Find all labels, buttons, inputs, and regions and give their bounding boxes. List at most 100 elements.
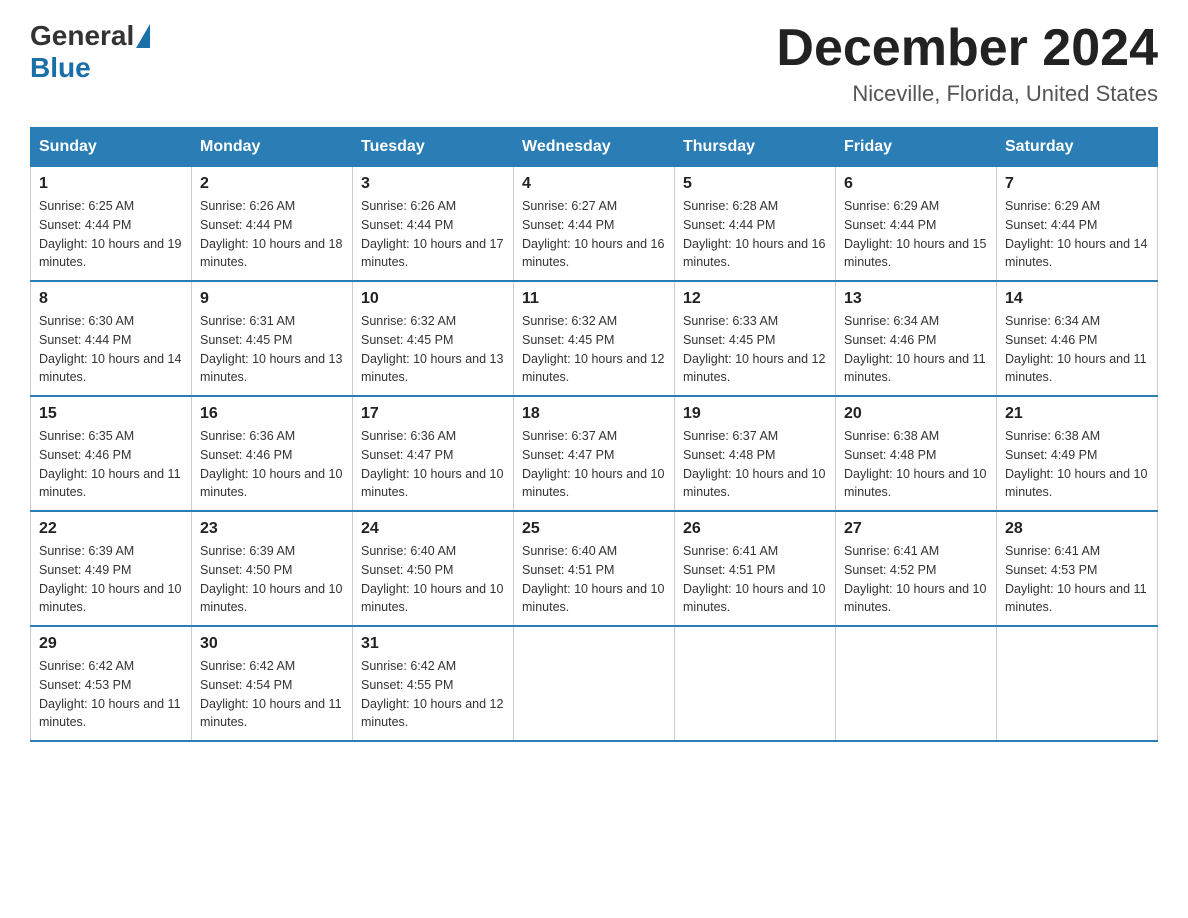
calendar-week-row: 22 Sunrise: 6:39 AMSunset: 4:49 PMDayligh… xyxy=(31,511,1158,626)
day-number: 15 xyxy=(39,405,183,423)
day-number: 30 xyxy=(200,635,344,653)
calendar-cell: 22 Sunrise: 6:39 AMSunset: 4:49 PMDayligh… xyxy=(31,511,192,626)
weekday-header-saturday: Saturday xyxy=(997,128,1158,167)
day-info: Sunrise: 6:42 AMSunset: 4:54 PMDaylight:… xyxy=(200,657,344,732)
day-info: Sunrise: 6:34 AMSunset: 4:46 PMDaylight:… xyxy=(844,312,988,387)
calendar-cell: 4 Sunrise: 6:27 AMSunset: 4:44 PMDaylight… xyxy=(514,167,675,282)
day-info: Sunrise: 6:34 AMSunset: 4:46 PMDaylight:… xyxy=(1005,312,1149,387)
day-number: 27 xyxy=(844,520,988,538)
calendar-week-row: 8 Sunrise: 6:30 AMSunset: 4:44 PMDaylight… xyxy=(31,281,1158,396)
day-info: Sunrise: 6:26 AMSunset: 4:44 PMDaylight:… xyxy=(200,197,344,272)
logo-triangle-icon xyxy=(136,24,150,48)
day-number: 23 xyxy=(200,520,344,538)
calendar-cell xyxy=(836,626,997,741)
day-number: 24 xyxy=(361,520,505,538)
day-info: Sunrise: 6:28 AMSunset: 4:44 PMDaylight:… xyxy=(683,197,827,272)
day-info: Sunrise: 6:36 AMSunset: 4:47 PMDaylight:… xyxy=(361,427,505,502)
weekday-header-tuesday: Tuesday xyxy=(353,128,514,167)
calendar-cell: 30 Sunrise: 6:42 AMSunset: 4:54 PMDayligh… xyxy=(192,626,353,741)
calendar-week-row: 15 Sunrise: 6:35 AMSunset: 4:46 PMDayligh… xyxy=(31,396,1158,511)
day-number: 9 xyxy=(200,290,344,308)
day-number: 29 xyxy=(39,635,183,653)
day-info: Sunrise: 6:32 AMSunset: 4:45 PMDaylight:… xyxy=(522,312,666,387)
calendar-cell: 24Sunrise: 6:40 AMSunset: 4:50 PMDayligh… xyxy=(353,511,514,626)
day-number: 21 xyxy=(1005,405,1149,423)
calendar-cell: 7Sunrise: 6:29 AMSunset: 4:44 PMDaylight… xyxy=(997,167,1158,282)
day-number: 3 xyxy=(361,175,505,193)
day-info: Sunrise: 6:41 AMSunset: 4:53 PMDaylight:… xyxy=(1005,542,1149,617)
calendar-cell: 16Sunrise: 6:36 AMSunset: 4:46 PMDayligh… xyxy=(192,396,353,511)
day-info: Sunrise: 6:39 AMSunset: 4:49 PMDaylight:… xyxy=(39,542,183,617)
day-number: 22 xyxy=(39,520,183,538)
weekday-header-monday: Monday xyxy=(192,128,353,167)
calendar-cell xyxy=(997,626,1158,741)
day-info: Sunrise: 6:31 AMSunset: 4:45 PMDaylight:… xyxy=(200,312,344,387)
calendar-cell: 17 Sunrise: 6:36 AMSunset: 4:47 PMDayligh… xyxy=(353,396,514,511)
day-info: Sunrise: 6:33 AMSunset: 4:45 PMDaylight:… xyxy=(683,312,827,387)
day-number: 17 xyxy=(361,405,505,423)
day-number: 18 xyxy=(522,405,666,423)
day-number: 19 xyxy=(683,405,827,423)
calendar-week-row: 29 Sunrise: 6:42 AMSunset: 4:53 PMDayligh… xyxy=(31,626,1158,741)
day-number: 4 xyxy=(522,175,666,193)
day-number: 20 xyxy=(844,405,988,423)
calendar-table: SundayMondayTuesdayWednesdayThursdayFrid… xyxy=(30,127,1158,742)
calendar-cell: 19 Sunrise: 6:37 AMSunset: 4:48 PMDayligh… xyxy=(675,396,836,511)
day-info: Sunrise: 6:35 AMSunset: 4:46 PMDaylight:… xyxy=(39,427,183,502)
day-info: Sunrise: 6:39 AMSunset: 4:50 PMDaylight:… xyxy=(200,542,344,617)
day-info: Sunrise: 6:29 AMSunset: 4:44 PMDaylight:… xyxy=(844,197,988,272)
day-info: Sunrise: 6:41 AMSunset: 4:51 PMDaylight:… xyxy=(683,542,827,617)
calendar-body: 1Sunrise: 6:25 AMSunset: 4:44 PMDaylight… xyxy=(31,167,1158,742)
day-info: Sunrise: 6:32 AMSunset: 4:45 PMDaylight:… xyxy=(361,312,505,387)
calendar-cell: 26 Sunrise: 6:41 AMSunset: 4:51 PMDayligh… xyxy=(675,511,836,626)
day-number: 31 xyxy=(361,635,505,653)
day-info: Sunrise: 6:29 AMSunset: 4:44 PMDaylight:… xyxy=(1005,197,1149,272)
calendar-cell: 11Sunrise: 6:32 AMSunset: 4:45 PMDayligh… xyxy=(514,281,675,396)
calendar-cell: 18Sunrise: 6:37 AMSunset: 4:47 PMDayligh… xyxy=(514,396,675,511)
title-block: December 2024 Niceville, Florida, United… xyxy=(776,20,1158,107)
calendar-cell: 21Sunrise: 6:38 AMSunset: 4:49 PMDayligh… xyxy=(997,396,1158,511)
calendar-cell: 23 Sunrise: 6:39 AMSunset: 4:50 PMDayligh… xyxy=(192,511,353,626)
logo-blue-text: Blue xyxy=(30,52,150,84)
calendar-cell: 12 Sunrise: 6:33 AMSunset: 4:45 PMDayligh… xyxy=(675,281,836,396)
day-number: 5 xyxy=(683,175,827,193)
day-number: 14 xyxy=(1005,290,1149,308)
day-info: Sunrise: 6:41 AMSunset: 4:52 PMDaylight:… xyxy=(844,542,988,617)
calendar-cell: 5 Sunrise: 6:28 AMSunset: 4:44 PMDaylight… xyxy=(675,167,836,282)
calendar-cell xyxy=(675,626,836,741)
day-number: 10 xyxy=(361,290,505,308)
calendar-cell: 2Sunrise: 6:26 AMSunset: 4:44 PMDaylight… xyxy=(192,167,353,282)
day-number: 6 xyxy=(844,175,988,193)
weekday-header-thursday: Thursday xyxy=(675,128,836,167)
weekday-header-friday: Friday xyxy=(836,128,997,167)
page-subtitle: Niceville, Florida, United States xyxy=(776,81,1158,107)
calendar-cell: 28Sunrise: 6:41 AMSunset: 4:53 PMDayligh… xyxy=(997,511,1158,626)
calendar-cell: 6 Sunrise: 6:29 AMSunset: 4:44 PMDaylight… xyxy=(836,167,997,282)
day-info: Sunrise: 6:30 AMSunset: 4:44 PMDaylight:… xyxy=(39,312,183,387)
day-number: 26 xyxy=(683,520,827,538)
day-info: Sunrise: 6:42 AMSunset: 4:53 PMDaylight:… xyxy=(39,657,183,732)
weekday-header-wednesday: Wednesday xyxy=(514,128,675,167)
calendar-cell: 1Sunrise: 6:25 AMSunset: 4:44 PMDaylight… xyxy=(31,167,192,282)
weekday-header-row: SundayMondayTuesdayWednesdayThursdayFrid… xyxy=(31,128,1158,167)
day-number: 1 xyxy=(39,175,183,193)
calendar-cell: 25Sunrise: 6:40 AMSunset: 4:51 PMDayligh… xyxy=(514,511,675,626)
calendar-cell: 14 Sunrise: 6:34 AMSunset: 4:46 PMDayligh… xyxy=(997,281,1158,396)
day-number: 12 xyxy=(683,290,827,308)
logo: General Blue xyxy=(30,20,150,84)
calendar-header: SundayMondayTuesdayWednesdayThursdayFrid… xyxy=(31,128,1158,167)
day-info: Sunrise: 6:37 AMSunset: 4:48 PMDaylight:… xyxy=(683,427,827,502)
day-number: 8 xyxy=(39,290,183,308)
calendar-cell: 13Sunrise: 6:34 AMSunset: 4:46 PMDayligh… xyxy=(836,281,997,396)
calendar-cell: 27 Sunrise: 6:41 AMSunset: 4:52 PMDayligh… xyxy=(836,511,997,626)
weekday-header-sunday: Sunday xyxy=(31,128,192,167)
day-info: Sunrise: 6:26 AMSunset: 4:44 PMDaylight:… xyxy=(361,197,505,272)
calendar-cell: 15 Sunrise: 6:35 AMSunset: 4:46 PMDayligh… xyxy=(31,396,192,511)
day-number: 16 xyxy=(200,405,344,423)
calendar-cell: 10 Sunrise: 6:32 AMSunset: 4:45 PMDayligh… xyxy=(353,281,514,396)
calendar-week-row: 1Sunrise: 6:25 AMSunset: 4:44 PMDaylight… xyxy=(31,167,1158,282)
day-info: Sunrise: 6:38 AMSunset: 4:48 PMDaylight:… xyxy=(844,427,988,502)
calendar-cell xyxy=(514,626,675,741)
day-info: Sunrise: 6:27 AMSunset: 4:44 PMDaylight:… xyxy=(522,197,666,272)
day-info: Sunrise: 6:42 AMSunset: 4:55 PMDaylight:… xyxy=(361,657,505,732)
